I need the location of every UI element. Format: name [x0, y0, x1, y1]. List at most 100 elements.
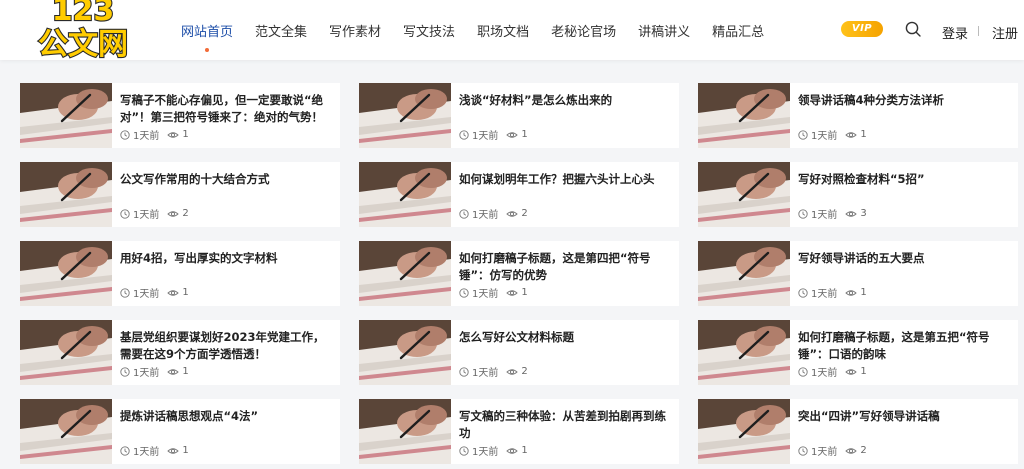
article-title[interactable]: 写好领导讲话的五大要点	[798, 250, 1010, 267]
article-thumbnail[interactable]	[359, 83, 451, 148]
eye-icon	[845, 210, 858, 217]
article-thumbnail[interactable]	[20, 241, 112, 306]
article-title[interactable]: 如何打磨稿子标题，这是第五把“符号锤”：口语的韵味	[798, 329, 1010, 363]
article-views: 1	[521, 287, 528, 298]
nav-item-6[interactable]: 讲稿讲义	[638, 21, 690, 40]
article-thumbnail[interactable]	[20, 83, 112, 148]
article-meta: 1天前 1	[798, 364, 867, 379]
nav-item-5[interactable]: 老秘论官场	[551, 21, 616, 40]
article-thumbnail[interactable]	[359, 241, 451, 306]
logo-graphic: 123 公文网	[37, 0, 129, 62]
article-thumbnail[interactable]	[698, 320, 790, 385]
article-card[interactable]: 写文稿的三种体验：从苦差到拍剧再到练功 1天前 1	[359, 399, 679, 464]
article-grid: 写稿子不能心存偏见，但一定要敢说“绝对”！第三把符号锤来了：绝对的气势！ 1天前…	[20, 83, 1018, 464]
article-card[interactable]: 如何谋划明年工作？把握六头计上心头 1天前 2	[359, 162, 679, 227]
article-title[interactable]: 领导讲话稿4种分类方法详析	[798, 92, 1010, 109]
main-nav: 网站首页 范文全集 写作素材 写文技法 职场文档 老秘论官场 讲稿讲义 精品汇总	[181, 0, 786, 60]
logo-number: 123	[52, 0, 115, 28]
nav-item-0[interactable]: 网站首页	[181, 21, 233, 52]
site-logo[interactable]: 123 公文网	[28, 0, 138, 62]
article-meta: 1天前 1	[798, 285, 867, 300]
clock-icon	[459, 445, 469, 456]
article-card[interactable]: 如何打磨稿子标题，这是第五把“符号锤”：口语的韵味 1天前 1	[698, 320, 1018, 385]
article-card[interactable]: 如何打磨稿子标题，这是第四把“符号锤”：仿写的优势 1天前 1	[359, 241, 679, 306]
article-card[interactable]: 领导讲话稿4种分类方法详析 1天前 1	[698, 83, 1018, 148]
article-meta: 1天前 1	[459, 127, 528, 142]
article-title[interactable]: 突出“四讲”写好领导讲话稿	[798, 408, 1010, 425]
article-card[interactable]: 怎么写好公文材料标题 1天前 2	[359, 320, 679, 385]
clock-icon	[459, 366, 469, 377]
article-time: 1天前	[133, 368, 160, 379]
vip-badge[interactable]: VIP	[841, 21, 883, 37]
article-card[interactable]: 提炼讲话稿思想观点“4法” 1天前 1	[20, 399, 340, 464]
article-thumbnail[interactable]	[20, 399, 112, 464]
eye-icon	[506, 289, 519, 296]
article-thumbnail[interactable]	[698, 162, 790, 227]
article-title[interactable]: 如何谋划明年工作？把握六头计上心头	[459, 171, 671, 188]
article-time: 1天前	[133, 131, 160, 142]
article-meta: 1天前 3	[798, 206, 867, 221]
article-time: 1天前	[811, 447, 838, 458]
article-time: 1天前	[133, 210, 160, 221]
article-time: 1天前	[472, 447, 499, 458]
article-meta: 1天前 1	[459, 285, 528, 300]
search-icon[interactable]	[904, 20, 922, 38]
article-views: 3	[860, 208, 867, 219]
article-thumbnail[interactable]	[20, 320, 112, 385]
article-thumbnail[interactable]	[698, 241, 790, 306]
article-title[interactable]: 用好4招，写出厚实的文字材料	[120, 250, 332, 267]
article-thumbnail[interactable]	[20, 162, 112, 227]
article-title[interactable]: 写稿子不能心存偏见，但一定要敢说“绝对”！第三把符号锤来了：绝对的气势！	[120, 92, 332, 126]
article-card[interactable]: 浅谈“好材料”是怎么炼出来的 1天前 1	[359, 83, 679, 148]
article-card[interactable]: 写好领导讲话的五大要点 1天前 1	[698, 241, 1018, 306]
article-time: 1天前	[133, 289, 160, 300]
article-card-body: 如何打磨稿子标题，这是第五把“符号锤”：口语的韵味 1天前 1	[790, 320, 1018, 385]
article-card-body: 基层党组织要谋划好2023年党建工作，需要在这9个方面学透悟透！ 1天前 1	[112, 320, 340, 385]
article-time: 1天前	[472, 131, 499, 142]
article-card-body: 浅谈“好材料”是怎么炼出来的 1天前 1	[451, 83, 679, 148]
article-meta: 1天前 1	[459, 443, 528, 458]
clock-icon	[798, 208, 808, 219]
logo-title: 公文网	[38, 27, 128, 62]
register-link[interactable]: 注册	[992, 23, 1018, 42]
article-thumbnail[interactable]	[359, 320, 451, 385]
article-meta: 1天前 1	[120, 443, 189, 458]
nav-item-3[interactable]: 写文技法	[403, 21, 455, 40]
article-card[interactable]: 基层党组织要谋划好2023年党建工作，需要在这9个方面学透悟透！ 1天前 1	[20, 320, 340, 385]
eye-icon	[167, 131, 180, 138]
clock-icon	[120, 366, 130, 377]
article-card-body: 用好4招，写出厚实的文字材料 1天前 1	[112, 241, 340, 306]
article-title[interactable]: 浅谈“好材料”是怎么炼出来的	[459, 92, 671, 109]
nav-item-7[interactable]: 精品汇总	[712, 21, 764, 40]
article-title[interactable]: 如何打磨稿子标题，这是第四把“符号锤”：仿写的优势	[459, 250, 671, 284]
article-card-body: 写好对照检查材料“5招” 1天前 3	[790, 162, 1018, 227]
article-thumbnail[interactable]	[698, 83, 790, 148]
login-link[interactable]: 登录	[942, 23, 968, 42]
article-views: 1	[521, 129, 528, 140]
article-time: 1天前	[811, 368, 838, 379]
nav-active-dot	[205, 47, 209, 52]
article-card[interactable]: 突出“四讲”写好领导讲话稿 1天前 2	[698, 399, 1018, 464]
nav-item-1[interactable]: 范文全集	[255, 21, 307, 40]
eye-icon	[506, 131, 519, 138]
article-card[interactable]: 写好对照检查材料“5招” 1天前 3	[698, 162, 1018, 227]
article-card[interactable]: 写稿子不能心存偏见，但一定要敢说“绝对”！第三把符号锤来了：绝对的气势！ 1天前…	[20, 83, 340, 148]
article-title[interactable]: 基层党组织要谋划好2023年党建工作，需要在这9个方面学透悟透！	[120, 329, 332, 363]
article-title[interactable]: 写文稿的三种体验：从苦差到拍剧再到练功	[459, 408, 671, 442]
nav-item-2[interactable]: 写作素材	[329, 21, 381, 40]
article-thumbnail[interactable]	[698, 399, 790, 464]
article-card[interactable]: 用好4招，写出厚实的文字材料 1天前 1	[20, 241, 340, 306]
article-time: 1天前	[472, 210, 499, 221]
article-time: 1天前	[472, 289, 499, 300]
article-thumbnail[interactable]	[359, 162, 451, 227]
article-title[interactable]: 写好对照检查材料“5招”	[798, 171, 1010, 188]
article-title[interactable]: 公文写作常用的十大结合方式	[120, 171, 332, 188]
nav-item-4[interactable]: 职场文档	[477, 21, 529, 40]
site-header: 123 公文网 网站首页 范文全集 写作素材 写文技法 职场文档 老秘论官场 讲稿讲义 精品汇…	[0, 0, 1024, 62]
eye-icon	[845, 447, 858, 454]
article-card[interactable]: 公文写作常用的十大结合方式 1天前 2	[20, 162, 340, 227]
article-views: 1	[182, 366, 189, 377]
article-title[interactable]: 提炼讲话稿思想观点“4法”	[120, 408, 332, 425]
article-thumbnail[interactable]	[359, 399, 451, 464]
article-title[interactable]: 怎么写好公文材料标题	[459, 329, 671, 346]
